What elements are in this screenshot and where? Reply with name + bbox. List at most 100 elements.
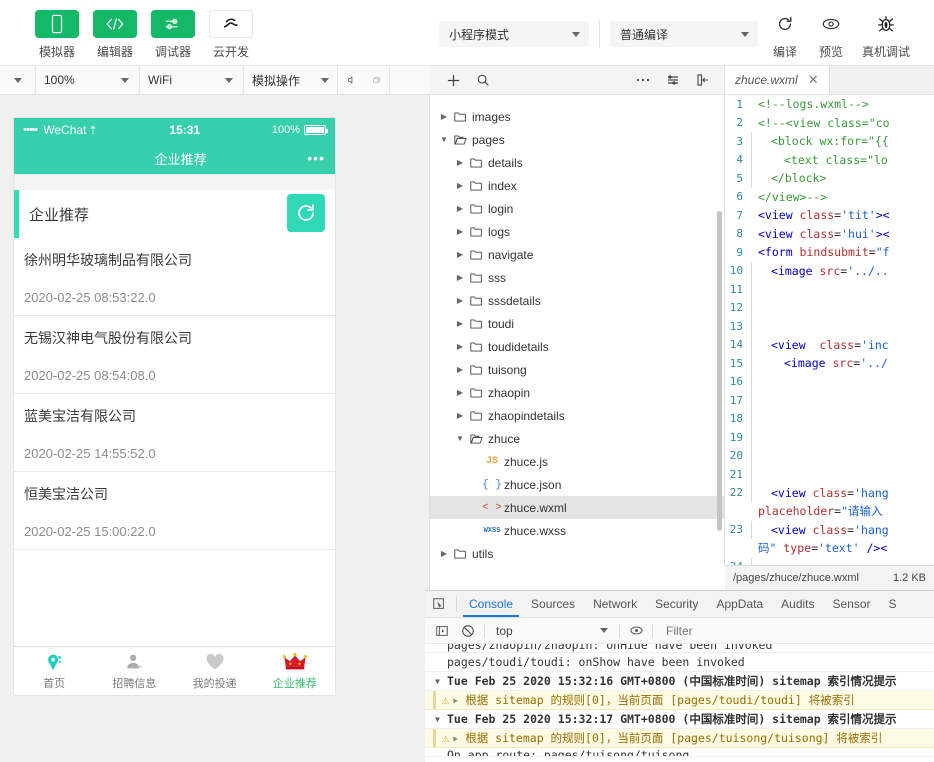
device-collapse-button[interactable]: [0, 66, 36, 94]
code-line[interactable]: 5 </block>: [725, 169, 934, 188]
file-tree-folder[interactable]: ▶ logs: [430, 220, 724, 243]
sort-icon[interactable]: [658, 66, 688, 94]
chevron-down-icon[interactable]: ▼: [438, 135, 450, 144]
code-line[interactable]: 24: [725, 557, 934, 565]
chevron-right-icon[interactable]: ▶: [454, 181, 466, 190]
code-line[interactable]: 11: [725, 280, 934, 299]
capsule-menu-icon[interactable]: •••: [307, 150, 325, 166]
devtools-tab-security[interactable]: Security: [646, 591, 707, 617]
code-line[interactable]: 17: [725, 391, 934, 410]
add-icon[interactable]: [438, 66, 468, 94]
list-item[interactable]: 蓝美宝洁有限公司 2020-02-25 14:55:52.0: [14, 394, 335, 472]
code-line[interactable]: 12: [725, 298, 934, 317]
file-tree-folder[interactable]: ▶ images: [430, 105, 724, 128]
file-tree-file[interactable]: { } zhuce.json: [430, 473, 724, 496]
tabbar-item-1[interactable]: 首页: [14, 647, 94, 695]
expand-icon[interactable]: ▶: [453, 734, 465, 743]
file-tree-folder[interactable]: ▶ index: [430, 174, 724, 197]
file-tree-folder[interactable]: ▶ sssdetails: [430, 289, 724, 312]
compile-select[interactable]: 普通编译: [610, 21, 758, 47]
console-sidebar-icon[interactable]: [429, 624, 455, 638]
chevron-right-icon[interactable]: ▶: [454, 227, 466, 236]
code-line[interactable]: 21: [725, 465, 934, 484]
console-context-select[interactable]: top: [488, 624, 616, 638]
chevron-right-icon[interactable]: ▶: [454, 319, 466, 328]
file-tree-folder[interactable]: ▶ zhaopindetails: [430, 404, 724, 427]
action-button-2[interactable]: 预览: [808, 0, 854, 60]
code-line[interactable]: 13: [725, 317, 934, 336]
code-line[interactable]: 15 <image src='../: [725, 354, 934, 373]
refresh-button[interactable]: [287, 194, 325, 232]
zoom-select[interactable]: 100%: [36, 66, 140, 94]
file-tree-folder[interactable]: ▶ sss: [430, 266, 724, 289]
code-line[interactable]: 20: [725, 446, 934, 465]
chevron-right-icon[interactable]: ▶: [454, 158, 466, 167]
code-line[interactable]: 2 <!--<view class="co: [725, 114, 934, 133]
file-tree-folder[interactable]: ▶ tuisong: [430, 358, 724, 381]
chevron-right-icon[interactable]: ▶: [454, 365, 466, 374]
collapse-panel-icon[interactable]: [688, 66, 718, 94]
list-item[interactable]: 无锡汉神电气股份有限公司 2020-02-25 08:54:08.0: [14, 316, 335, 394]
devtools-tab-sensor[interactable]: Sensor: [824, 591, 880, 617]
code-line[interactable]: 23 <view class='hang: [725, 520, 934, 539]
code-line[interactable]: 码" type='text' /><: [725, 539, 934, 558]
toolbar-button-2[interactable]: 编辑器: [88, 0, 142, 60]
toolbar-button-3[interactable]: 调试器: [146, 0, 200, 60]
devtools-tab-audits[interactable]: Audits: [772, 591, 823, 617]
clear-console-icon[interactable]: [455, 624, 481, 638]
tabbar-item-4[interactable]: 企业推荐: [255, 647, 335, 695]
file-tree-folder[interactable]: ▶ toudidetails: [430, 335, 724, 358]
search-icon[interactable]: [468, 66, 498, 94]
chevron-right-icon[interactable]: ▶: [454, 411, 466, 420]
code-line[interactable]: 9 <form bindsubmit="f: [725, 243, 934, 262]
chevron-down-icon[interactable]: ▼: [454, 434, 466, 443]
code-line[interactable]: 8 <view class='hui'><: [725, 225, 934, 244]
close-icon[interactable]: ✕: [808, 72, 819, 88]
file-tree[interactable]: ▶ images ▼ pages ▶ details ▶ index ▶ login ▶ logs ▶ n…: [430, 95, 725, 565]
file-tree-folder[interactable]: ▼ pages: [430, 128, 724, 151]
mode-select[interactable]: 小程序模式: [439, 21, 589, 47]
devtools-tab-console[interactable]: Console: [460, 591, 522, 617]
chevron-right-icon[interactable]: ▶: [454, 342, 466, 351]
chevron-right-icon[interactable]: ▶: [454, 296, 466, 305]
list-item[interactable]: 恒美宝洁公司 2020-02-25 15:00:22.0: [14, 472, 335, 550]
code-line[interactable]: placeholder="请输入: [725, 502, 934, 521]
code-line[interactable]: 16: [725, 372, 934, 391]
code-line[interactable]: 3 <block wx:for="{{: [725, 132, 934, 151]
file-tree-folder[interactable]: ▶ toudi: [430, 312, 724, 335]
expand-icon[interactable]: ▶: [453, 696, 465, 705]
rotate-screen-icon[interactable]: [364, 66, 390, 94]
file-tree-folder[interactable]: ▶ navigate: [430, 243, 724, 266]
simulate-action-select[interactable]: 模拟操作: [244, 66, 338, 94]
code-line[interactable]: 22 <view class='hang: [725, 483, 934, 502]
file-tree-folder[interactable]: ▶ utils: [430, 542, 724, 565]
devtools-tab-sources[interactable]: Sources: [522, 591, 584, 617]
chevron-right-icon[interactable]: ▶: [438, 112, 450, 121]
devtools-tab-appdata[interactable]: AppData: [707, 591, 772, 617]
collapse-icon[interactable]: ▼: [435, 715, 447, 724]
file-tree-folder[interactable]: ▶ details: [430, 151, 724, 174]
action-button-1[interactable]: 编译: [762, 0, 808, 60]
tabbar-item-2[interactable]: 招聘信息: [94, 647, 174, 695]
file-tree-folder[interactable]: ▼ zhuce: [430, 427, 724, 450]
editor-tab-zhuce-wxml[interactable]: zhuce.wxml ✕: [725, 66, 830, 94]
toolbar-button-1[interactable]: 模拟器: [30, 0, 84, 60]
file-tree-file[interactable]: < > zhuce.wxml: [430, 496, 724, 519]
code-line[interactable]: 6 </view>-->: [725, 188, 934, 207]
collapse-icon[interactable]: ▼: [435, 677, 447, 686]
devtools-tab-s[interactable]: S: [880, 591, 906, 617]
action-button-3[interactable]: 真机调试: [854, 0, 918, 60]
console-filter-input[interactable]: [656, 622, 930, 639]
code-line[interactable]: 14 <view class='inc: [725, 335, 934, 354]
file-tree-file[interactable]: JS zhuce.js: [430, 450, 724, 473]
inspect-element-icon[interactable]: [425, 591, 453, 617]
file-tree-folder[interactable]: ▶ zhaopin: [430, 381, 724, 404]
code-line[interactable]: 18: [725, 409, 934, 428]
code-editor[interactable]: 1 <!--logs.wxml--> 2 <!--<view class="co 3 <b…: [725, 95, 934, 565]
list-item[interactable]: 徐州明华玻璃制品有限公司 2020-02-25 08:53:22.0: [14, 238, 335, 316]
devtools-tab-network[interactable]: Network: [584, 591, 646, 617]
code-line[interactable]: 10 <image src='../..: [725, 261, 934, 280]
live-expression-icon[interactable]: [623, 623, 649, 638]
volume-icon[interactable]: [338, 66, 364, 94]
toolbar-button-4[interactable]: 云开发: [204, 0, 258, 60]
